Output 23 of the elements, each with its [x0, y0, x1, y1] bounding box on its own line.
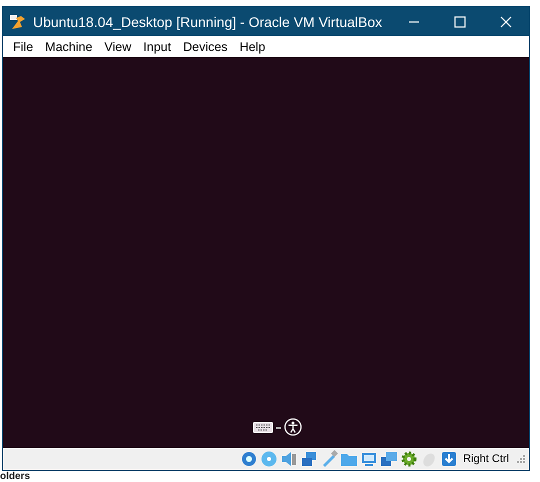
- monitor-icon[interactable]: [360, 450, 378, 468]
- disc-icon[interactable]: [260, 450, 278, 468]
- gear-icon[interactable]: [400, 450, 418, 468]
- keyboard-icon: [252, 422, 272, 432]
- host-key-label: Right Ctrl: [463, 453, 509, 465]
- windows-icon[interactable]: [380, 450, 398, 468]
- network-icon[interactable]: [300, 450, 318, 468]
- hard-disk-icon[interactable]: [240, 450, 258, 468]
- accessibility-icon: [284, 418, 302, 436]
- app-logo-icon: [9, 12, 27, 30]
- dash-icon: [276, 426, 280, 428]
- window-title: Ubuntu18.04_Desktop [Running] - Oracle VM VirtualBox: [33, 14, 384, 30]
- menu-item[interactable]: Machine: [39, 38, 98, 56]
- maximize-icon: [454, 16, 466, 28]
- menu-item[interactable]: File: [7, 38, 40, 56]
- resize-grip-icon[interactable]: [517, 455, 525, 463]
- background-text: olders: [0, 471, 30, 482]
- menu-item[interactable]: Devices: [177, 38, 234, 56]
- menu-item[interactable]: View: [98, 38, 138, 56]
- speaker-icon[interactable]: [280, 450, 298, 468]
- menu-item[interactable]: Input: [137, 38, 178, 56]
- menu-item[interactable]: Help: [234, 38, 272, 56]
- close-icon: [500, 16, 512, 28]
